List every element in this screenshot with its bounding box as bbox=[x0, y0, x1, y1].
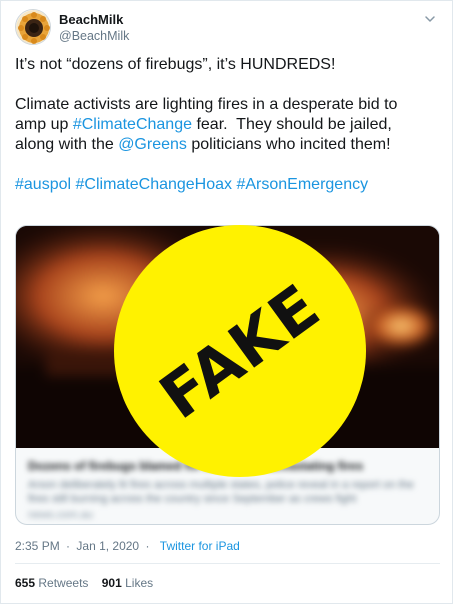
likes-label: Likes bbox=[125, 576, 154, 590]
tweet-meta: 2:35 PM · Jan 1, 2020 · Twitter for iPad bbox=[15, 539, 240, 553]
tweet-header: BeachMilk @BeachMilk bbox=[15, 9, 440, 49]
hashtag-auspol[interactable]: #auspol bbox=[15, 176, 71, 193]
tweet-line-1: It’s not “dozens of firebugs”, it’s HUND… bbox=[15, 56, 336, 73]
card-description: Arson deliberately lit fires across mult… bbox=[28, 479, 414, 505]
likes-count: 901 bbox=[101, 576, 122, 590]
tweet-text-segment: Climate activists are lighting fires in … bbox=[15, 96, 398, 113]
likes-stat[interactable]: 901 Likes bbox=[102, 576, 153, 590]
tweet-stats: 655 Retweets 901 Likes bbox=[15, 576, 163, 590]
divider bbox=[15, 563, 440, 564]
chevron-down-icon[interactable] bbox=[422, 11, 438, 27]
hashtag-arsonemergency[interactable]: #ArsonEmergency bbox=[236, 176, 368, 193]
tweet-text-segment: along with the bbox=[15, 136, 119, 153]
meta-separator: · bbox=[66, 539, 71, 553]
fake-label: FAKE bbox=[146, 269, 334, 433]
tweet-time[interactable]: 2:35 PM bbox=[15, 539, 60, 553]
tweet-date[interactable]: Jan 1, 2020 bbox=[76, 539, 139, 553]
retweets-label: Retweets bbox=[38, 576, 89, 590]
tweet-container: BeachMilk @BeachMilk It’s not “dozens of… bbox=[0, 0, 453, 604]
tweet-text-segment: politicians who incited them! bbox=[186, 136, 391, 153]
user-handle[interactable]: @BeachMilk bbox=[59, 28, 129, 44]
avatar[interactable] bbox=[15, 9, 51, 45]
tweet-hashtags: #auspol #ClimateChangeHoax #ArsonEmergen… bbox=[15, 175, 440, 195]
tweet-paragraph-2: Climate activists are lighting fires in … bbox=[15, 95, 440, 155]
tweet-text-segment: amp up bbox=[15, 116, 73, 133]
tweet-text: It’s not “dozens of firebugs”, it’s HUND… bbox=[15, 55, 440, 215]
fake-stamp: FAKE bbox=[114, 225, 366, 477]
hashtag-climatechangehoax[interactable]: #ClimateChangeHoax bbox=[76, 176, 233, 193]
meta-separator: · bbox=[145, 539, 150, 553]
display-name[interactable]: BeachMilk bbox=[59, 12, 129, 28]
tweet-source[interactable]: Twitter for iPad bbox=[160, 539, 240, 553]
tweet-text-segment: fear. They should be jailed, bbox=[192, 116, 392, 133]
retweets-stat[interactable]: 655 Retweets bbox=[15, 576, 88, 590]
mention-greens[interactable]: @Greens bbox=[118, 136, 187, 153]
sunflower-logo-icon bbox=[16, 10, 50, 44]
card-url: news.com.au bbox=[28, 509, 93, 521]
hashtag-climatechange[interactable]: #ClimateChange bbox=[73, 116, 192, 133]
retweets-count: 655 bbox=[15, 576, 36, 590]
